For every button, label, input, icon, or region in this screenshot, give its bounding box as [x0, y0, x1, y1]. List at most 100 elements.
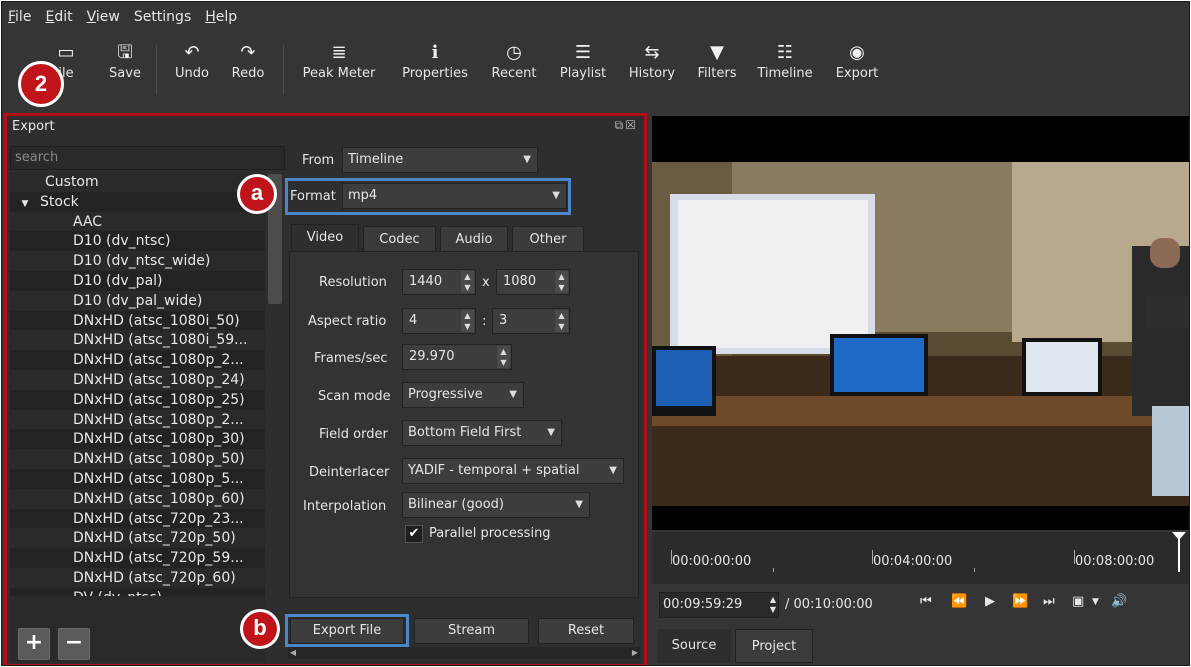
menu-help[interactable]: Help — [205, 9, 237, 25]
tree-item[interactable]: DNxHD (atsc_720p_60) — [10, 568, 265, 588]
tree-item[interactable]: DNxHD (atsc_1080p_25) — [10, 389, 265, 410]
tree-item[interactable]: DNxHD (atsc_1080p_30) — [10, 429, 265, 450]
deinterlacer-select[interactable]: YADIF - temporal + spatial ▼ — [402, 458, 624, 484]
video-frame — [652, 116, 1189, 530]
menu-file-label: ile — [15, 9, 32, 25]
tab-audio[interactable]: Audio — [440, 226, 508, 252]
play-icon[interactable]: ▶ — [985, 594, 995, 609]
from-select[interactable]: Timeline ▼ — [342, 147, 538, 173]
spinner-icon[interactable]: ▲ ▼ — [770, 595, 776, 615]
tree-item[interactable]: D10 (dv_ntsc_wide) — [10, 251, 265, 271]
tree-item[interactable]: DNxHD (atsc_720p_50) — [10, 528, 265, 548]
properties-button[interactable]: i Properties — [395, 40, 475, 81]
remove-preset-button[interactable]: − — [58, 628, 90, 660]
zoom-fit-icon[interactable]: ▣ — [1072, 594, 1084, 609]
spinner-icon[interactable]: ▲ ▼ — [461, 271, 474, 293]
horizontal-scrollbar[interactable]: ◀ ▶ — [288, 647, 640, 659]
tab-other[interactable]: Other — [512, 226, 584, 252]
tree-item[interactable]: Custom — [10, 172, 265, 192]
skip-previous-icon[interactable]: ⏮ — [920, 594, 932, 609]
tree-item[interactable]: DNxHD (atsc_1080i_50) — [10, 310, 265, 331]
current-timecode-input[interactable]: 00:09:59:29 ▲ ▼ — [659, 592, 779, 618]
resolution-height-input[interactable]: 1080 ▲ ▼ — [496, 269, 570, 295]
rewind-icon[interactable]: ⏪ — [951, 594, 967, 609]
expand-arrow-icon[interactable]: ▼ — [10, 194, 40, 212]
field-order-label: Field order — [319, 427, 388, 442]
interpolation-select[interactable]: Bilinear (good) ▼ — [402, 492, 590, 518]
parallel-processing-label: Parallel processing — [429, 526, 551, 541]
tab-project[interactable]: Project — [735, 629, 813, 663]
menu-file[interactable]: File — [8, 9, 31, 25]
format-select[interactable]: mp4 ▼ — [342, 183, 567, 209]
tree-item[interactable]: DNxHD (atsc_1080p_5... — [10, 468, 265, 489]
ruler-tick — [1074, 550, 1075, 564]
timeline-button[interactable]: ☷ Timeline — [755, 40, 815, 81]
menu-edit[interactable]: Edit — [45, 9, 72, 25]
tree-item[interactable]: D10 (dv_ntsc) — [10, 231, 265, 252]
menu-file-mnemonic: F — [8, 9, 16, 25]
add-preset-button[interactable]: + — [18, 628, 50, 660]
spinner-icon[interactable]: ▲ ▼ — [555, 310, 568, 332]
chevron-down-icon[interactable]: ▼ — [1092, 597, 1099, 607]
reset-button[interactable]: Reset — [538, 618, 634, 644]
tree-item[interactable]: DNxHD (atsc_1080p_50) — [10, 449, 265, 469]
filters-label: Filters — [697, 66, 737, 81]
format-label: Format — [290, 189, 336, 204]
tab-codec[interactable]: Codec — [363, 226, 436, 252]
tree-item[interactable]: DNxHD (atsc_1080p_2... — [10, 410, 265, 430]
menu-view[interactable]: View — [87, 9, 120, 25]
export-file-button[interactable]: Export File — [290, 618, 404, 644]
tree-item[interactable]: DV (dv_ntsc) — [10, 587, 265, 596]
scan-mode-label: Scan mode — [318, 389, 391, 404]
redo-button[interactable]: ↷ Redo — [227, 40, 269, 81]
aspect-height-input[interactable]: 3 ▲ ▼ — [492, 308, 570, 334]
tree-item[interactable]: DNxHD (atsc_1080p_2... — [10, 350, 265, 370]
volume-icon[interactable]: 🔊 — [1111, 594, 1127, 609]
ruler-tick — [671, 550, 672, 564]
playlist-button[interactable]: ☰ Playlist — [555, 40, 611, 81]
export-icon: ◉ — [849, 42, 865, 63]
tree-item[interactable]: DNxHD (atsc_1080p_60) — [10, 489, 265, 509]
stream-button[interactable]: Stream — [414, 618, 529, 644]
playlist-label: Playlist — [559, 66, 607, 81]
skip-next-icon[interactable]: ⏭ — [1043, 594, 1055, 609]
recent-button[interactable]: ◷ Recent — [486, 40, 542, 81]
save-button[interactable]: 🖫 Save — [105, 40, 145, 81]
resolution-width-input[interactable]: 1440 ▲ ▼ — [402, 269, 476, 295]
tree-scrollbar[interactable] — [265, 172, 285, 612]
tree-item[interactable]: DNxHD (atsc_1080i_59... — [10, 330, 265, 350]
transport-controls: 00:09:59:29 ▲ ▼ / 00:10:00:00 ⏮ ⏪ ▶ ⏩ ⏭ ▣ … — [652, 585, 1189, 625]
tab-video[interactable]: Video — [291, 224, 359, 250]
export-button[interactable]: ◉ Export — [829, 40, 885, 81]
tab-source[interactable]: Source — [657, 629, 731, 663]
panel-float-close-icons[interactable]: ⧉☒ — [615, 118, 638, 133]
undo-label: Undo — [175, 66, 209, 81]
search-input[interactable]: search — [10, 146, 285, 170]
parallel-processing-checkbox[interactable]: ✔ — [405, 525, 423, 543]
tree-item[interactable]: DNxHD (atsc_1080p_24) — [10, 370, 265, 390]
chevron-down-icon: ▼ — [523, 154, 531, 165]
aspect-width-input[interactable]: 4 ▲ ▼ — [402, 308, 476, 334]
field-order-select[interactable]: Bottom Field First ▼ — [402, 420, 562, 446]
tree-item[interactable]: DNxHD (atsc_720p_23... — [10, 508, 265, 529]
tree-item[interactable]: DNxHD (atsc_720p_59... — [10, 548, 265, 568]
tree-item[interactable]: ▼ Stock — [10, 191, 265, 212]
peak-meter-button[interactable]: ≣ Peak Meter — [297, 40, 381, 81]
filters-button[interactable]: ▼ Filters — [693, 40, 741, 81]
fast-forward-icon[interactable]: ⏩ — [1012, 594, 1028, 609]
fps-input[interactable]: 29.970 ▲ ▼ — [402, 344, 512, 370]
scroll-right-icon[interactable]: ▶ — [630, 647, 640, 659]
tree-item[interactable]: D10 (dv_pal) — [10, 270, 265, 291]
scan-mode-select[interactable]: Progressive ▼ — [402, 382, 524, 408]
history-button[interactable]: ⇆ History — [624, 40, 680, 81]
undo-button[interactable]: ↶ Undo — [170, 40, 214, 81]
menu-settings[interactable]: Settings — [134, 9, 191, 25]
playhead-marker-icon[interactable] — [1172, 532, 1186, 540]
spinner-icon[interactable]: ▲ ▼ — [497, 346, 510, 368]
spinner-icon[interactable]: ▲ ▼ — [555, 271, 568, 293]
timeline-ruler[interactable]: 00:00:00:00 00:04:00:00 00:08:00:00 — [652, 532, 1189, 584]
spinner-icon[interactable]: ▲ ▼ — [461, 310, 474, 332]
tree-item[interactable]: D10 (dv_pal_wide) — [10, 291, 265, 311]
scroll-left-icon[interactable]: ◀ — [288, 647, 298, 659]
tree-item[interactable]: AAC — [10, 212, 265, 232]
